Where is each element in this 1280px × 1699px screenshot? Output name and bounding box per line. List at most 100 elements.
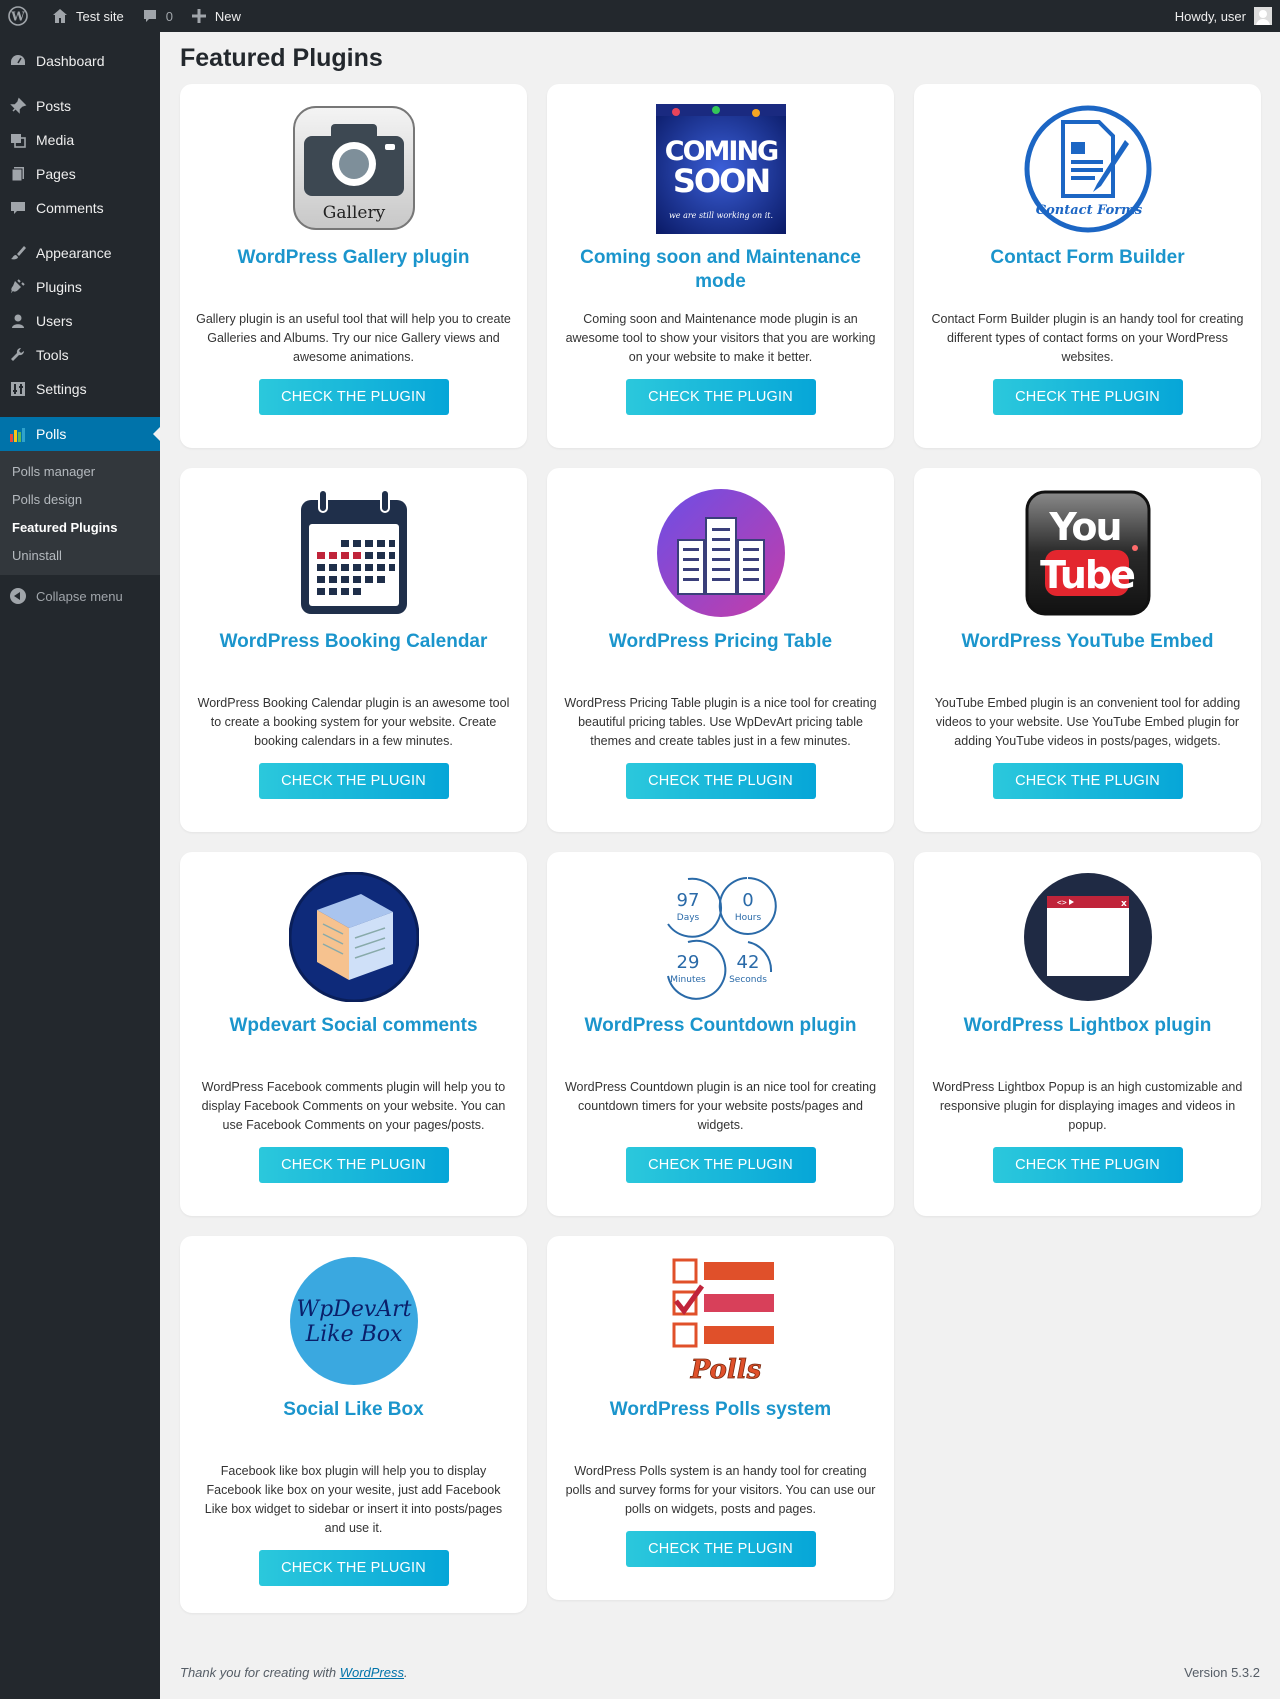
plugin-card-coming-soon: COMING SOON we are still working on it. … — [547, 84, 894, 448]
check-plugin-button[interactable]: CHECK THE PLUGIN — [992, 1147, 1183, 1183]
avatar — [1254, 7, 1272, 25]
lightbox-window-icon: <> x — [1023, 872, 1153, 1002]
sidebar-item-polls[interactable]: Polls — [0, 417, 160, 451]
plugins-grid: Gallery WordPress Gallery plugin Gallery… — [180, 84, 1261, 1613]
plugin-card-gallery: Gallery WordPress Gallery plugin Gallery… — [180, 84, 527, 448]
sidebar-item-plugins[interactable]: Plugins — [0, 270, 160, 304]
collapse-menu-button[interactable]: Collapse menu — [0, 579, 160, 613]
account-menu[interactable]: Howdy, user — [1167, 0, 1280, 32]
check-plugin-button[interactable]: CHECK THE PLUGIN — [258, 379, 449, 415]
svg-text:Polls: Polls — [689, 1355, 761, 1385]
sidebar-item-pages[interactable]: Pages — [0, 157, 160, 191]
svg-text:x: x — [1121, 899, 1127, 909]
plugin-description: WordPress Countdown plugin is an nice to… — [564, 1080, 877, 1132]
coming-soon-icon: COMING SOON we are still working on it. — [655, 104, 786, 234]
plugin-card-social-comments: Wpdevart Social comments WordPress Faceb… — [180, 852, 527, 1216]
plugin-title[interactable]: Coming soon and Maintenance mode — [571, 246, 871, 296]
plugin-title[interactable]: WordPress Booking Calendar — [204, 630, 504, 680]
wordpress-logo-icon: W — [8, 6, 28, 26]
comment-icon — [8, 198, 28, 218]
contact-form-icon: Contact Forms — [1023, 104, 1153, 234]
sidebar-item-label: Users — [36, 313, 73, 329]
plugin-card-contact-form: Contact Forms Contact Form Builder Conta… — [914, 84, 1261, 448]
comments-link[interactable]: 0 — [132, 0, 181, 32]
plugin-description: WordPress Lightbox Popup is an high cust… — [932, 1080, 1243, 1132]
check-plugin-button[interactable]: CHECK THE PLUGIN — [992, 379, 1183, 415]
comments-count: 0 — [165, 8, 173, 24]
submenu-polls-design[interactable]: Polls design — [0, 485, 160, 513]
svg-text:Days: Days — [676, 913, 699, 923]
page-title: Featured Plugins — [180, 44, 383, 72]
sidebar-item-label: Appearance — [36, 245, 112, 261]
plugin-description: YouTube Embed plugin is an convenient to… — [934, 696, 1241, 748]
plugin-title[interactable]: WordPress Countdown plugin — [571, 1014, 871, 1064]
check-plugin-button[interactable]: CHECK THE PLUGIN — [625, 763, 816, 799]
plugin-description: WordPress Pricing Table plugin is a nice… — [564, 696, 877, 748]
sidebar-item-dashboard[interactable]: Dashboard — [0, 44, 160, 78]
svg-text:29: 29 — [676, 952, 699, 973]
check-plugin-button[interactable]: CHECK THE PLUGIN — [625, 379, 816, 415]
check-plugin-button[interactable]: CHECK THE PLUGIN — [625, 1147, 816, 1183]
sidebar-item-appearance[interactable]: Appearance — [0, 236, 160, 270]
plugin-title[interactable]: WordPress YouTube Embed — [938, 630, 1238, 680]
polls-submenu: Polls manager Polls design Featured Plug… — [0, 451, 160, 575]
sidebar-item-label: Tools — [36, 347, 69, 363]
plugin-title[interactable]: WordPress Polls system — [571, 1398, 871, 1448]
svg-text:Hours: Hours — [734, 913, 761, 923]
sidebar-item-users[interactable]: Users — [0, 304, 160, 338]
sidebar-item-media[interactable]: Media — [0, 123, 160, 157]
pin-icon — [8, 96, 28, 116]
plugin-title[interactable]: WordPress Lightbox plugin — [938, 1014, 1238, 1064]
check-plugin-button[interactable]: CHECK THE PLUGIN — [625, 1531, 816, 1567]
check-plugin-button[interactable]: CHECK THE PLUGIN — [258, 763, 449, 799]
media-icon — [8, 130, 28, 150]
plugin-title[interactable]: Wpdevart Social comments — [204, 1014, 504, 1064]
brush-icon — [8, 243, 28, 263]
check-plugin-button[interactable]: CHECK THE PLUGIN — [992, 763, 1183, 799]
countdown-icon: 97 Days 0 Hours 29 Minutes 42 Seconds — [656, 872, 786, 1002]
svg-text:we are still working on it.: we are still working on it. — [668, 211, 772, 220]
sidebar-item-settings[interactable]: Settings — [0, 372, 160, 406]
sidebar-item-tools[interactable]: Tools — [0, 338, 160, 372]
plugin-card-youtube-embed: You Tube WordPress YouTube Embed YouTube… — [914, 468, 1261, 832]
submenu-polls-manager[interactable]: Polls manager — [0, 457, 160, 485]
polls-checklist-icon: Polls — [656, 1256, 786, 1386]
wordpress-link[interactable]: WordPress — [340, 1665, 404, 1680]
svg-text:Seconds: Seconds — [729, 975, 767, 985]
howdy-text: Howdy, user — [1174, 8, 1246, 24]
plugin-description: Contact Form Builder plugin is an handy … — [931, 312, 1244, 364]
sidebar-item-posts[interactable]: Posts — [0, 89, 160, 123]
plugin-title[interactable]: WordPress Gallery plugin — [204, 246, 504, 296]
plugin-description: Facebook like box plugin will help you t… — [204, 1464, 503, 1535]
plugin-title[interactable]: Social Like Box — [204, 1398, 504, 1448]
plugin-title[interactable]: WordPress Pricing Table — [571, 630, 871, 680]
plugin-title[interactable]: Contact Form Builder — [938, 246, 1238, 296]
submenu-featured-plugins[interactable]: Featured Plugins — [0, 513, 160, 541]
pages-icon — [8, 164, 28, 184]
youtube-icon: You Tube — [1023, 488, 1153, 618]
plugin-description: WordPress Polls system is an handy tool … — [565, 1464, 876, 1516]
sidebar-item-label: Comments — [36, 200, 104, 216]
footer-thanks: Thank you for creating with WordPress. — [180, 1665, 408, 1680]
collapse-label: Collapse menu — [36, 588, 123, 604]
svg-text:Gallery: Gallery — [322, 203, 385, 223]
sidebar-item-label: Media — [36, 132, 75, 148]
plugin-description: Coming soon and Maintenance mode plugin … — [565, 312, 876, 364]
plugin-card-lightbox: <> x WordPress Lightbox plugin WordPress… — [914, 852, 1261, 1216]
pricing-table-icon — [656, 488, 786, 618]
check-plugin-button[interactable]: CHECK THE PLUGIN — [258, 1550, 449, 1586]
submenu-uninstall[interactable]: Uninstall — [0, 541, 160, 569]
svg-text:Contact Forms: Contact Forms — [1035, 203, 1142, 218]
collapse-arrow-icon — [10, 588, 26, 604]
sidebar-item-comments[interactable]: Comments — [0, 191, 160, 225]
plus-icon — [189, 6, 209, 26]
svg-text:97: 97 — [676, 890, 699, 911]
version-text: Version 5.3.2 — [1184, 1665, 1260, 1680]
sidebar-item-label: Posts — [36, 98, 72, 114]
svg-text:<>: <> — [1057, 898, 1067, 907]
check-plugin-button[interactable]: CHECK THE PLUGIN — [258, 1147, 449, 1183]
new-content-button[interactable]: New — [181, 0, 249, 32]
site-name-link[interactable]: Test site — [42, 0, 132, 32]
wordpress-logo-button[interactable]: W — [0, 0, 42, 32]
dashboard-icon — [8, 51, 28, 71]
